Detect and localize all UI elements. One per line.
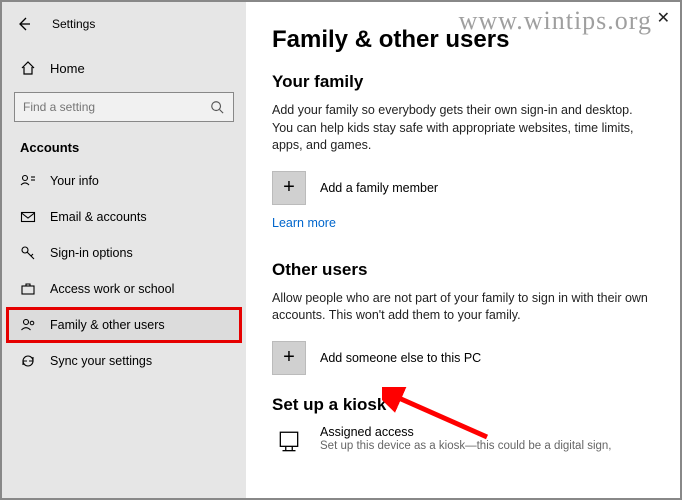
sidebar-home[interactable]: Home	[6, 52, 242, 84]
add-other-button[interactable]: +	[272, 341, 306, 375]
sidebar-item-work[interactable]: Access work or school	[6, 271, 242, 307]
search-input[interactable]	[23, 100, 193, 114]
close-button[interactable]: ✕	[657, 8, 670, 28]
mail-icon	[20, 209, 36, 225]
window-title: Settings	[52, 17, 95, 31]
people-icon	[20, 317, 36, 333]
sidebar-item-signin[interactable]: Sign-in options	[6, 235, 242, 271]
arrow-left-icon	[16, 16, 32, 32]
kiosk-icon	[272, 425, 306, 459]
sidebar-item-label: Sync your settings	[50, 354, 152, 368]
add-family-row[interactable]: + Add a family member	[272, 171, 658, 205]
kiosk-heading: Set up a kiosk	[272, 395, 658, 415]
other-desc: Allow people who are not part of your fa…	[272, 290, 652, 325]
kiosk-name: Assigned access	[320, 425, 612, 439]
add-family-button[interactable]: +	[272, 171, 306, 205]
sidebar-item-label: Access work or school	[50, 282, 174, 296]
sidebar-item-family[interactable]: Family & other users	[6, 307, 242, 343]
sidebar: Settings Home Accounts Your info E	[2, 2, 246, 498]
learn-more-link[interactable]: Learn more	[272, 216, 336, 230]
sidebar-item-label: Email & accounts	[50, 210, 147, 224]
search-box[interactable]	[14, 92, 234, 122]
sidebar-item-label: Sign-in options	[50, 246, 133, 260]
family-desc: Add your family so everybody gets their …	[272, 102, 652, 155]
add-other-row[interactable]: + Add someone else to this PC	[272, 341, 658, 375]
kiosk-row[interactable]: Assigned access Set up this device as a …	[272, 425, 658, 459]
sidebar-item-sync[interactable]: Sync your settings	[6, 343, 242, 379]
plus-icon: +	[283, 176, 295, 199]
add-family-label: Add a family member	[320, 181, 438, 195]
other-heading: Other users	[272, 260, 658, 280]
family-heading: Your family	[272, 72, 658, 92]
sync-icon	[20, 353, 36, 369]
sidebar-item-email[interactable]: Email & accounts	[6, 199, 242, 235]
briefcase-icon	[20, 281, 36, 297]
page-title: Family & other users	[272, 26, 658, 54]
sidebar-item-label: Family & other users	[50, 318, 165, 332]
key-icon	[20, 245, 36, 261]
main-content: Family & other users Your family Add you…	[246, 2, 680, 498]
sidebar-item-your-info[interactable]: Your info	[6, 163, 242, 199]
home-icon	[20, 60, 36, 76]
back-button[interactable]	[14, 14, 34, 34]
kiosk-sub: Set up this device as a kiosk—this could…	[320, 440, 612, 452]
add-other-label: Add someone else to this PC	[320, 351, 481, 365]
person-card-icon	[20, 173, 36, 189]
sidebar-item-label: Your info	[50, 174, 99, 188]
plus-icon: +	[283, 346, 295, 369]
sidebar-category: Accounts	[6, 136, 242, 163]
home-label: Home	[50, 61, 85, 76]
search-icon	[209, 99, 225, 115]
